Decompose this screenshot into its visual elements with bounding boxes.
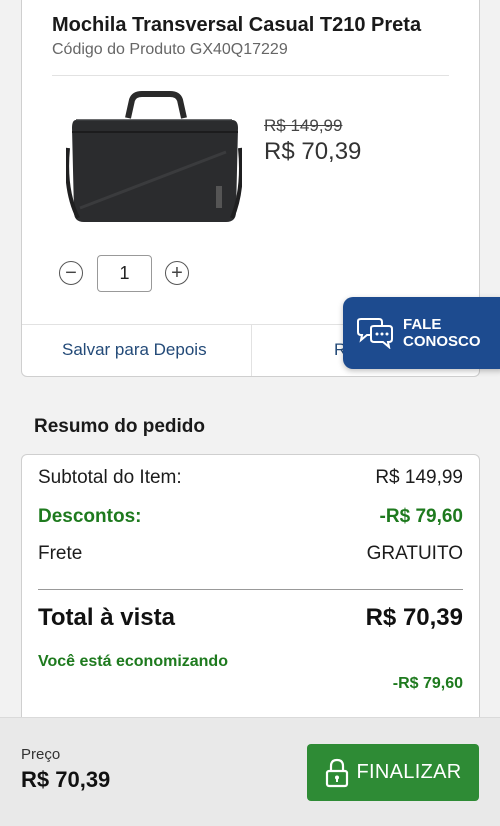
checkout-bar: Preço R$ 70,39 FINALIZAR [0,717,500,826]
shipping-value: GRATUITO [366,543,463,564]
product-image[interactable] [66,90,242,230]
contact-us-button[interactable]: FALE CONOSCO [343,297,500,369]
lock-icon [325,758,348,787]
quantity-input[interactable] [97,255,152,292]
original-price: R$ 149,99 [264,116,343,135]
chat-bubbles-icon [357,318,393,349]
divider [251,325,252,376]
subtotal-label: Subtotal do Item: [38,467,182,488]
discount-value: -R$ 79,60 [379,506,463,527]
checkout-button-label: FINALIZAR [356,761,462,783]
order-summary: Subtotal do Item: R$ 149,99 Descontos: -… [21,454,480,744]
savings-value: -R$ 79,60 [392,675,463,692]
divider [38,589,463,590]
product-title[interactable]: Mochila Transversal Casual T210 Preta [52,14,421,37]
shipping-label: Frete [38,543,83,564]
decrease-quantity-button[interactable]: − [59,261,83,285]
minus-icon: − [65,262,77,284]
order-summary-title: Resumo do pedido [34,416,205,437]
sale-price: R$ 70,39 [264,138,362,165]
contact-us-label: FALE CONOSCO [403,316,481,350]
plus-icon: + [171,262,183,284]
total-value: R$ 70,39 [365,604,463,631]
increase-quantity-button[interactable]: + [165,261,189,285]
checkout-button[interactable]: FINALIZAR [307,744,479,801]
footer-price-label: Preço [21,746,61,763]
divider [52,75,449,76]
save-for-later-link[interactable]: Salvar para Depois [62,340,207,360]
product-code: Código do Produto GX40Q17229 [52,41,288,58]
total-label: Total à vista [38,604,175,631]
subtotal-value: R$ 149,99 [375,467,463,488]
contact-us-line2: CONOSCO [403,333,481,350]
savings-label: Você está economizando [38,653,228,670]
discount-label: Descontos: [38,506,142,527]
footer-price-value: R$ 70,39 [21,767,111,792]
contact-us-line1: FALE [403,316,442,333]
